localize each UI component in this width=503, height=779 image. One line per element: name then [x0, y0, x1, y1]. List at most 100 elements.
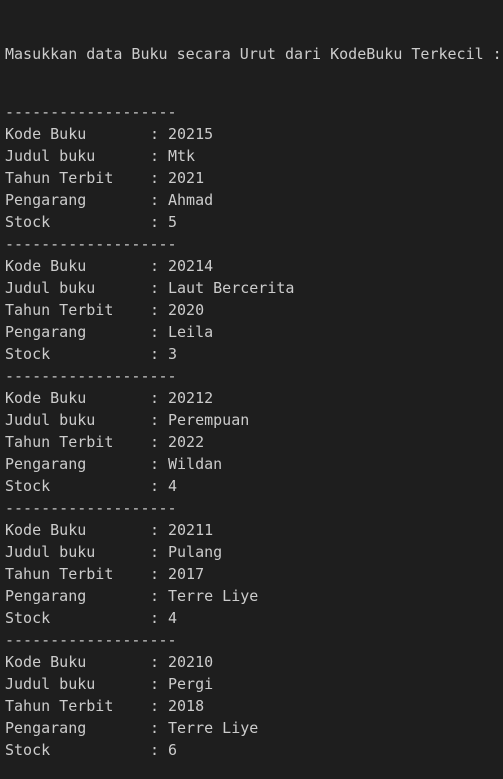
header-line: Masukkan data Buku secara Urut dari Kode… — [5, 45, 502, 63]
field-label-stock: Stock — [5, 345, 51, 363]
field-value-tahun: 2018 — [168, 697, 205, 715]
field-colon: : — [150, 125, 160, 143]
field-label-stock: Stock — [5, 477, 51, 495]
field-label-pengarang: Pengarang — [5, 719, 87, 737]
field-colon: : — [150, 653, 160, 671]
field-value-judul: Perempuan — [168, 411, 250, 429]
field-colon: : — [150, 609, 160, 627]
field-value-pengarang: Terre Liye — [168, 719, 259, 737]
field-label-judul: Judul buku — [5, 543, 96, 561]
field-row-judul: Judul buku: Pulang — [5, 541, 502, 563]
separator-line: ------------------- — [5, 367, 177, 385]
field-label-kode: Kode Buku — [5, 389, 87, 407]
field-colon: : — [150, 411, 160, 429]
field-colon: : — [150, 301, 160, 319]
field-label-pengarang: Pengarang — [5, 587, 87, 605]
field-row-stock: Stock:5 — [5, 211, 502, 233]
field-value-stock: 6 — [168, 741, 178, 759]
field-label-pengarang: Pengarang — [5, 323, 87, 341]
field-label-stock: Stock — [5, 741, 51, 759]
field-row-stock: Stock:3 — [5, 343, 502, 365]
field-row-stock: Stock:4 — [5, 607, 502, 629]
separator-line: ------------------- — [5, 499, 177, 517]
field-value-judul: Pergi — [168, 675, 214, 693]
field-value-pengarang: Leila — [168, 323, 214, 341]
field-colon: : — [150, 521, 160, 539]
field-row-pengarang: Pengarang: Terre Liye — [5, 717, 502, 739]
field-row-kode: Kode Buku:20210 — [5, 651, 502, 673]
field-row-kode: Kode Buku:20215 — [5, 123, 502, 145]
field-row-kode: Kode Buku:20212 — [5, 387, 502, 409]
field-row-kode: Kode Buku:20211 — [5, 519, 502, 541]
field-colon: : — [150, 389, 160, 407]
separator-line: ------------------- — [5, 103, 177, 121]
field-colon: : — [150, 719, 160, 737]
field-row-tahun: Tahun Terbit:2022 — [5, 431, 502, 453]
field-row-pengarang: Pengarang: Wildan — [5, 453, 502, 475]
field-colon: : — [150, 543, 160, 561]
field-colon: : — [150, 697, 160, 715]
field-row-tahun: Tahun Terbit:2018 — [5, 695, 502, 717]
field-row-kode: Kode Buku:20214 — [5, 255, 502, 277]
field-label-kode: Kode Buku — [5, 257, 87, 275]
field-colon: : — [150, 279, 160, 297]
field-colon: : — [150, 169, 160, 187]
book-record: Kode Buku:20211 Judul buku: Pulang Tahun Te… — [5, 519, 502, 629]
field-value-pengarang: Ahmad — [168, 191, 214, 209]
field-value-judul: Laut Bercerita — [168, 279, 295, 297]
field-colon: : — [150, 587, 160, 605]
field-label-pengarang: Pengarang — [5, 455, 87, 473]
field-value-kode: 20210 — [168, 653, 214, 671]
field-colon: : — [150, 191, 160, 209]
field-row-judul: Judul buku: Laut Bercerita — [5, 277, 502, 299]
field-colon: : — [150, 741, 160, 759]
field-row-pengarang: Pengarang: Leila — [5, 321, 502, 343]
field-label-judul: Judul buku — [5, 411, 96, 429]
field-row-tahun: Tahun Terbit:2021 — [5, 167, 502, 189]
field-row-pengarang: Pengarang: Ahmad — [5, 189, 502, 211]
field-value-tahun: 2021 — [168, 169, 205, 187]
field-value-kode: 20215 — [168, 125, 214, 143]
field-row-judul: Judul buku: Perempuan — [5, 409, 502, 431]
field-label-tahun: Tahun Terbit — [5, 169, 114, 187]
field-label-tahun: Tahun Terbit — [5, 697, 114, 715]
field-label-kode: Kode Buku — [5, 653, 87, 671]
field-value-stock: 4 — [168, 609, 178, 627]
field-colon: : — [150, 345, 160, 363]
field-value-tahun: 2017 — [168, 565, 205, 583]
field-value-pengarang: Terre Liye — [168, 587, 259, 605]
field-value-kode: 20212 — [168, 389, 214, 407]
field-colon: : — [150, 433, 160, 451]
field-colon: : — [150, 455, 160, 473]
field-label-judul: Judul buku — [5, 279, 96, 297]
field-value-judul: Mtk — [168, 147, 196, 165]
field-colon: : — [150, 565, 160, 583]
field-label-stock: Stock — [5, 213, 51, 231]
field-row-judul: Judul buku: Pergi — [5, 673, 502, 695]
field-row-tahun: Tahun Terbit:2017 — [5, 563, 502, 585]
field-value-judul: Pulang — [168, 543, 223, 561]
field-colon: : — [150, 147, 160, 165]
book-record: Kode Buku:20210 Judul buku: Pergi Tahun Ter… — [5, 651, 502, 761]
field-value-kode: 20214 — [168, 257, 214, 275]
field-value-pengarang: Wildan — [168, 455, 223, 473]
field-label-pengarang: Pengarang — [5, 191, 87, 209]
field-label-tahun: Tahun Terbit — [5, 301, 114, 319]
field-value-tahun: 2020 — [168, 301, 205, 319]
field-colon: : — [150, 257, 160, 275]
field-row-tahun: Tahun Terbit:2020 — [5, 299, 502, 321]
terminal-output: Masukkan data Buku secara Urut dari Kode… — [5, 7, 502, 779]
separator-line: ------------------- — [5, 631, 177, 649]
field-colon: : — [150, 477, 160, 495]
field-row-judul: Judul buku: Mtk — [5, 145, 502, 167]
field-value-stock: 3 — [168, 345, 178, 363]
field-row-stock: Stock:4 — [5, 475, 502, 497]
field-label-judul: Judul buku — [5, 675, 96, 693]
book-records: ------------------- Kode Buku:20215 Judul … — [5, 101, 502, 761]
book-record: Kode Buku:20215 Judul buku: Mtk Tahun Terbi… — [5, 123, 502, 233]
field-row-pengarang: Pengarang: Terre Liye — [5, 585, 502, 607]
book-record: Kode Buku:20212 Judul buku: Perempuan Tahun… — [5, 387, 502, 497]
book-record: Kode Buku:20214 Judul buku: Laut Bercerita… — [5, 255, 502, 365]
field-value-stock: 4 — [168, 477, 178, 495]
field-label-kode: Kode Buku — [5, 521, 87, 539]
